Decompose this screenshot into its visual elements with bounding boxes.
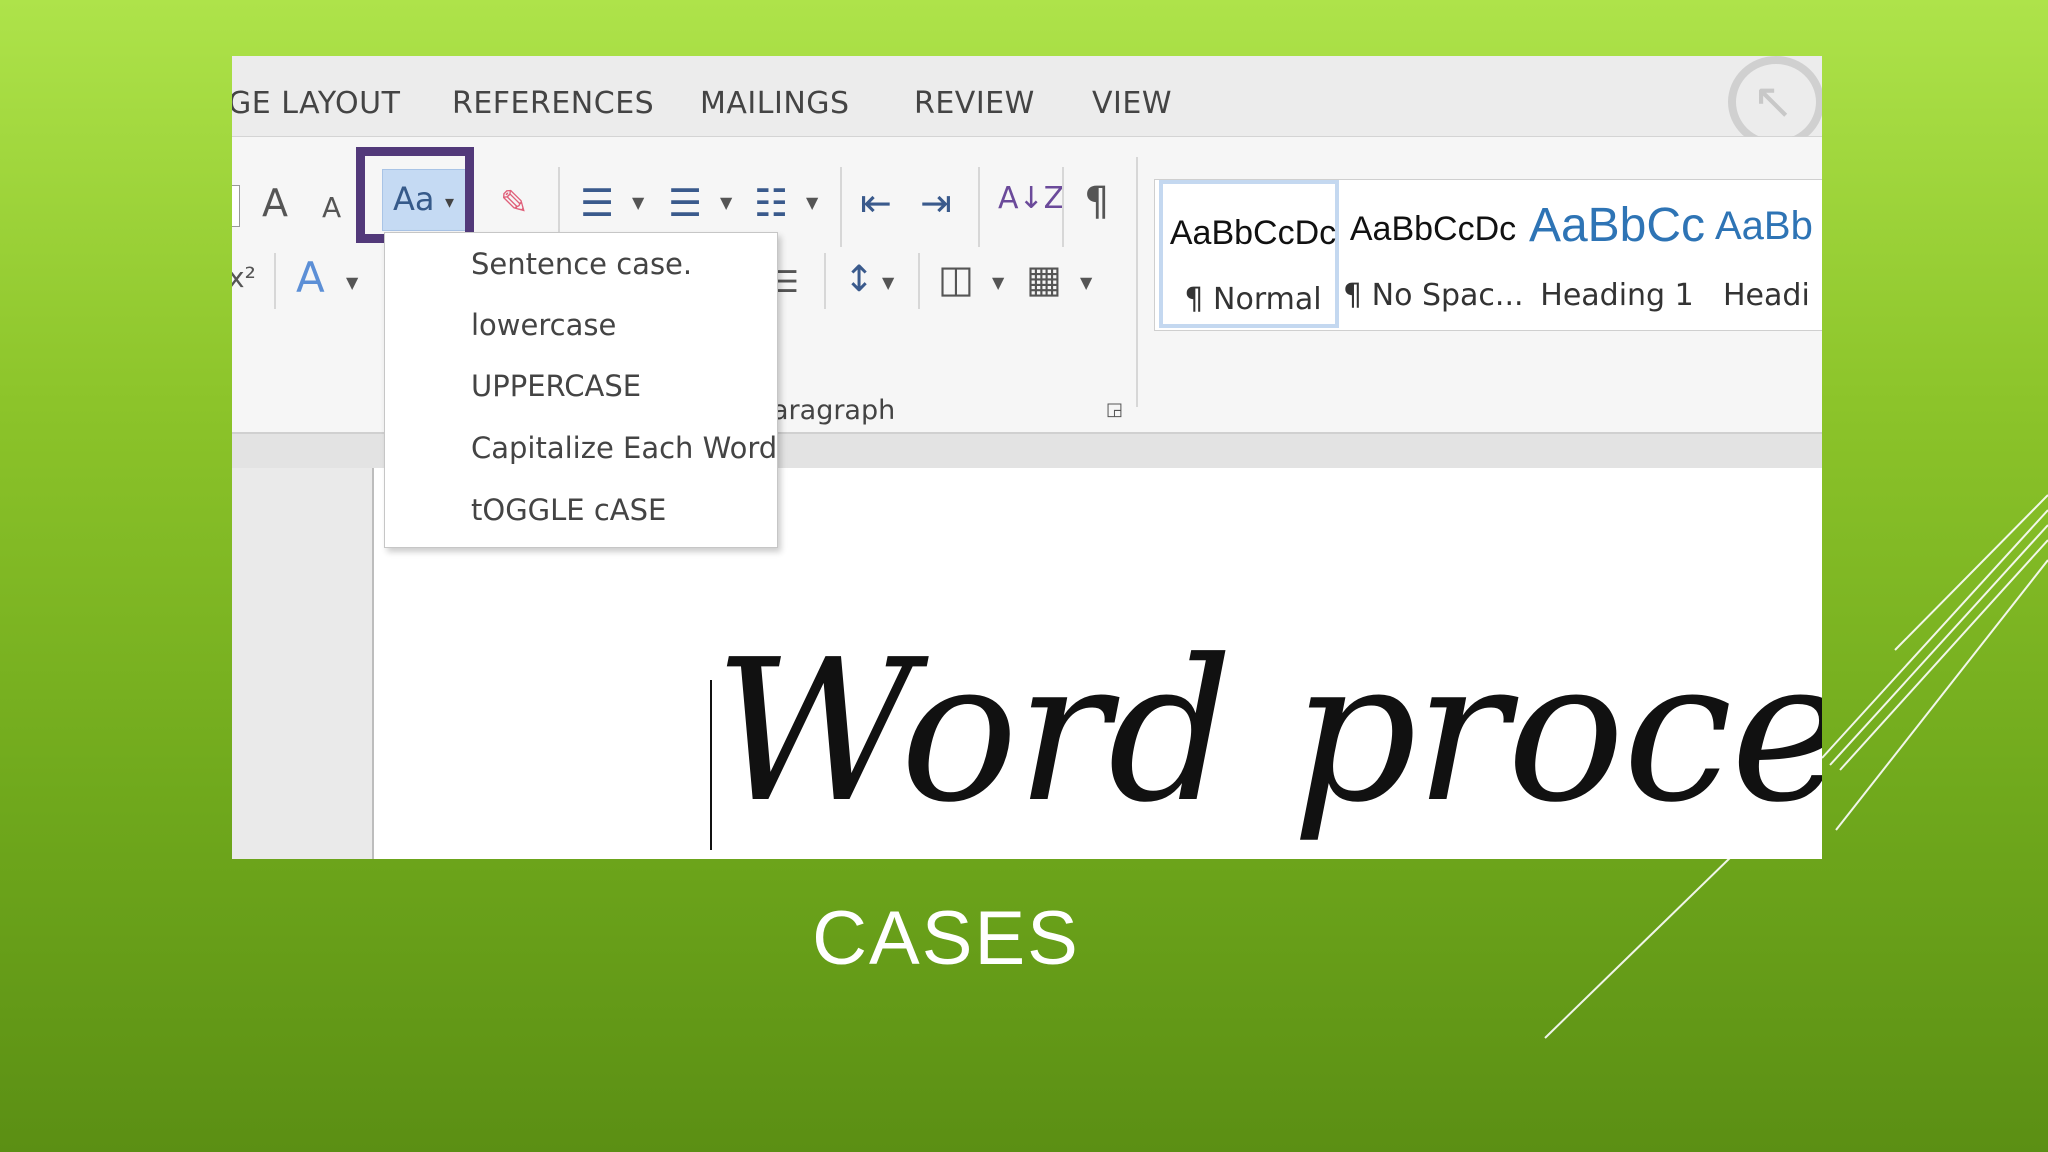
style-name: Headi (1723, 278, 1810, 313)
style-normal[interactable]: AaBbCcDc ¶ Normal (1159, 180, 1339, 328)
ribbon-expand-icon[interactable]: ↖ (1728, 56, 1822, 148)
paragraph-dialog-launcher-icon[interactable]: ◲ (1106, 399, 1123, 420)
shading-dropdown-icon[interactable]: ▼ (992, 273, 1004, 292)
multilevel-list-icon[interactable]: ☷ (754, 181, 788, 225)
menu-item-uppercase[interactable]: UPPERCASE (471, 369, 641, 403)
tab-review[interactable]: REVIEW (914, 86, 1035, 121)
menu-item-sentence-case[interactable]: Sentence case. (471, 247, 692, 281)
bullets-dropdown-icon[interactable]: ▼ (632, 193, 644, 212)
decrease-indent-icon[interactable]: ⇤ (860, 181, 892, 225)
tab-mailings[interactable]: MAILINGS (700, 86, 850, 121)
tab-view[interactable]: VIEW (1092, 86, 1172, 121)
paragraph-group-label: aragraph (772, 395, 896, 426)
tab-references[interactable]: REFERENCES (452, 86, 654, 121)
grow-font-icon[interactable]: A (262, 181, 288, 225)
show-formatting-icon[interactable]: ¶ (1084, 179, 1109, 225)
style-no-spacing[interactable]: AaBbCcDc ¶ No Spac... (1343, 180, 1524, 328)
tab-page-layout[interactable]: GE LAYOUT (232, 86, 400, 121)
style-preview: AaBbCcDc (1349, 210, 1517, 248)
style-heading-1[interactable]: AaBbCc Heading 1 (1527, 180, 1707, 328)
change-case-highlight (356, 147, 474, 243)
styles-gallery: AaBbCcDc ¶ Normal AaBbCcDc ¶ No Spac... … (1154, 179, 1822, 331)
menu-item-lowercase[interactable]: lowercase (471, 308, 616, 342)
style-name: ¶ No Spac... (1343, 278, 1524, 313)
menu-item-capitalize-each-word[interactable]: Capitalize Each Word (471, 431, 777, 465)
document-text[interactable]: Word processor (714, 618, 1822, 846)
font-size-box[interactable] (232, 185, 240, 227)
text-effects-icon[interactable]: A (296, 253, 325, 302)
text-effects-dropdown-icon[interactable]: ▼ (346, 273, 358, 292)
shrink-font-icon[interactable]: A (322, 191, 341, 224)
numbering-dropdown-icon[interactable]: ▼ (720, 193, 732, 212)
line-spacing-dropdown-icon[interactable]: ▼ (882, 273, 894, 292)
increase-indent-icon[interactable]: ⇥ (920, 181, 952, 225)
text-cursor (710, 680, 712, 850)
clear-formatting-icon[interactable]: ✎ (500, 183, 529, 223)
superscript-icon[interactable]: x² (232, 261, 256, 294)
borders-icon[interactable]: ▦ (1026, 257, 1062, 301)
page-margin (232, 468, 374, 859)
bullets-icon[interactable]: ☰ (580, 181, 614, 225)
style-preview: AaBbCc (1528, 199, 1706, 252)
borders-dropdown-icon[interactable]: ▼ (1080, 273, 1092, 292)
style-name: ¶ Normal (1184, 282, 1322, 317)
style-heading-2[interactable]: AaBb Headi (1711, 180, 1822, 328)
style-preview: AaBb (1715, 204, 1813, 248)
change-case-menu: Sentence case. lowercase UPPERCASE Capit… (384, 232, 778, 548)
numbering-icon[interactable]: ☰ (668, 181, 702, 225)
shading-icon[interactable]: ◫ (938, 257, 974, 301)
sort-icon[interactable]: A↓Z (998, 181, 1064, 216)
style-preview: AaBbCcDc (1169, 214, 1337, 252)
menu-item-toggle-case[interactable]: tOGGLE cASE (471, 493, 666, 527)
style-name: Heading 1 (1540, 278, 1694, 313)
multilevel-dropdown-icon[interactable]: ▼ (806, 193, 818, 212)
slide-caption: CASES (812, 896, 1080, 981)
word-screenshot: GE LAYOUT REFERENCES MAILINGS REVIEW VIE… (232, 56, 1822, 859)
line-spacing-icon[interactable]: ↕ (844, 259, 874, 300)
ribbon-tab-bar: GE LAYOUT REFERENCES MAILINGS REVIEW VIE… (232, 56, 1822, 148)
